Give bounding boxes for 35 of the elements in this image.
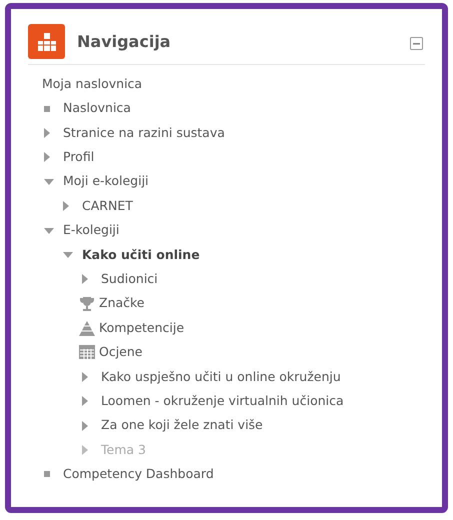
nav-item-link[interactable]: CARNET <box>82 196 133 216</box>
expanded-arrow-icon[interactable] <box>44 178 54 185</box>
nav-item-link[interactable]: Profil <box>63 148 94 167</box>
collapsed-arrow-icon[interactable] <box>63 201 69 212</box>
nav-item-link[interactable]: E-kolegiji <box>63 221 120 240</box>
collapsed-arrow-icon[interactable] <box>44 152 50 162</box>
nav-item-link[interactable]: Kompetencije <box>99 318 184 338</box>
collapsed-arrow-icon[interactable] <box>82 420 88 431</box>
bullet-icon <box>44 106 50 112</box>
collapsed-arrow-icon[interactable] <box>82 372 88 382</box>
trophy-icon <box>78 296 94 312</box>
block-title: Navigacija <box>77 30 171 52</box>
nav-item-link[interactable]: Značke <box>99 294 145 314</box>
collapsed-arrow-icon[interactable] <box>82 396 88 406</box>
nav-item-link[interactable]: Competency Dashboard <box>63 465 214 484</box>
expanded-arrow-icon[interactable] <box>44 228 54 234</box>
pyramid-icon <box>78 320 94 336</box>
bullet-icon <box>44 471 50 478</box>
nav-item-link[interactable]: Loomen - okruženje virtualnih učionica <box>101 392 344 411</box>
nav-item-link[interactable]: Moja naslovnica <box>42 74 142 94</box>
nav-item-link[interactable]: Za one koji žele znati više <box>101 416 263 436</box>
nav-item-link[interactable]: Naslovnica <box>63 99 131 118</box>
collapse-icon[interactable] <box>410 37 423 50</box>
collapsed-arrow-icon[interactable] <box>82 445 88 456</box>
collapsed-arrow-icon[interactable] <box>82 274 88 284</box>
expanded-arrow-icon[interactable] <box>63 252 73 258</box>
collapsed-arrow-icon[interactable] <box>44 128 50 138</box>
nav-item-link[interactable]: Kako učiti online <box>82 246 200 264</box>
nav-item-link[interactable]: Sudionici <box>101 270 158 289</box>
table-icon <box>78 345 94 360</box>
nav-item-link[interactable]: Ocjene <box>99 343 142 362</box>
sitemap-icon <box>28 24 65 59</box>
nav-item-link[interactable]: Moji e-kolegiji <box>63 172 149 192</box>
nav-item-link[interactable]: Kako uspješno učiti u online okruženju <box>101 368 341 386</box>
nav-item-link[interactable]: Stranice na razini sustava <box>63 124 225 142</box>
